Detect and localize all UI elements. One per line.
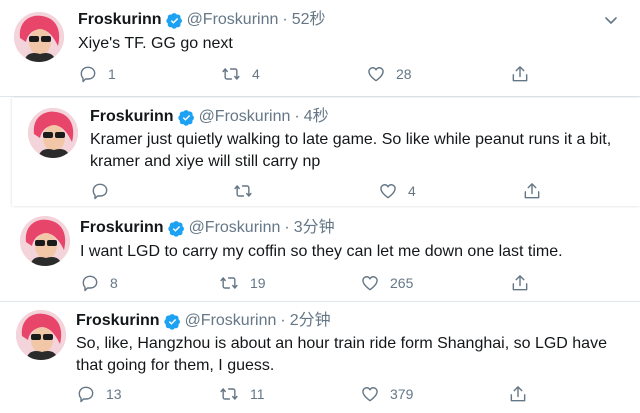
tweet-text-line: So, like, Hangzhou is about an hour trai… <box>76 335 607 352</box>
tweet-card[interactable]: Froskurinn @Froskurinn · 4秒 Kramer just … <box>12 98 640 206</box>
timestamp[interactable]: 3分钟 <box>294 218 335 238</box>
tweet-header: Froskurinn @Froskurinn · 4秒 <box>90 107 329 127</box>
retweet-button[interactable]: 4 <box>220 64 260 84</box>
reply-count: 8 <box>110 275 118 291</box>
like-count: 4 <box>408 183 416 199</box>
retweet-icon <box>220 277 238 289</box>
retweet-button[interactable]: 11 <box>218 384 265 404</box>
retweet-count: 4 <box>252 66 260 82</box>
retweet-count: 19 <box>250 275 266 291</box>
display-name[interactable]: Froskurinn <box>76 311 160 331</box>
tweet-text-line: Kramer just quietly walking to late game… <box>90 131 612 148</box>
reply-icon <box>82 275 98 292</box>
separator-dot: · <box>294 108 300 125</box>
verified-badge-icon <box>167 220 185 237</box>
timestamp[interactable]: 52秒 <box>292 10 326 30</box>
tweet-text-line: I want LGD to carry my coffin so they ca… <box>80 243 563 260</box>
tweet-card[interactable]: Froskurinn @Froskurinn · 3分钟 I want LGD … <box>0 208 640 300</box>
tweet-text-line: Xiye's TF. GG go next <box>78 35 233 52</box>
reply-icon <box>78 386 94 403</box>
tweet-actions: 4 <box>90 181 550 201</box>
chevron-down-icon[interactable] <box>603 12 619 28</box>
reply-button[interactable] <box>90 181 120 201</box>
display-name[interactable]: Froskurinn <box>80 218 164 238</box>
tweet-header: Froskurinn @Froskurinn · 3分钟 <box>80 218 335 238</box>
tweet-text-line: kramer and xiye will still carry np <box>90 153 321 170</box>
separator-dot: · <box>282 11 288 28</box>
display-name[interactable]: Froskurinn <box>90 107 174 127</box>
timestamp[interactable]: 4秒 <box>304 107 329 127</box>
tweet-actions: 13 11 379 <box>76 384 536 404</box>
retweet-icon <box>234 185 252 197</box>
divider <box>0 96 640 97</box>
reply-count: 1 <box>108 66 116 82</box>
like-button[interactable]: 4 <box>378 181 416 201</box>
avatar[interactable] <box>16 310 66 360</box>
like-button[interactable]: 28 <box>366 64 412 84</box>
heart-icon <box>362 387 378 402</box>
verified-badge-icon <box>165 12 183 29</box>
retweet-button[interactable] <box>232 181 264 201</box>
reply-button[interactable]: 1 <box>78 64 116 84</box>
heart-icon <box>362 276 378 291</box>
heart-icon <box>368 67 384 82</box>
separator-dot: · <box>280 312 286 329</box>
like-count: 379 <box>390 386 414 402</box>
retweet-button[interactable]: 19 <box>218 273 266 293</box>
share-icon <box>512 275 528 291</box>
share-button[interactable] <box>508 384 528 404</box>
reply-icon <box>92 183 108 200</box>
tweet-header: Froskurinn @Froskurinn · 2分钟 <box>76 311 331 331</box>
display-name[interactable]: Froskurinn <box>78 10 162 30</box>
verified-badge-icon <box>163 313 181 330</box>
user-handle[interactable]: @Froskurinn <box>199 107 291 127</box>
tweet-feed: Froskurinn @Froskurinn · 52秒 Xiye's TF. … <box>0 0 640 413</box>
share-icon <box>512 66 528 82</box>
reply-button[interactable]: 13 <box>76 384 122 404</box>
timestamp[interactable]: 2分钟 <box>290 311 331 331</box>
tweet-card[interactable]: Froskurinn @Froskurinn · 2分钟 So, like, H… <box>0 302 640 413</box>
tweet-actions: 8 19 265 <box>80 273 540 293</box>
heart-icon <box>380 184 396 199</box>
reply-button[interactable]: 8 <box>80 273 118 293</box>
retweet-icon <box>220 388 238 400</box>
like-button[interactable]: 379 <box>360 384 413 404</box>
share-button[interactable] <box>510 273 530 293</box>
tweet-actions: 1 4 28 <box>78 64 538 84</box>
separator-dot: · <box>284 219 290 236</box>
share-button[interactable] <box>522 181 542 201</box>
share-button[interactable] <box>510 64 530 84</box>
reply-icon <box>80 66 96 83</box>
reply-count: 13 <box>106 386 122 402</box>
avatar[interactable] <box>20 216 70 266</box>
user-handle[interactable]: @Froskurinn <box>189 218 281 238</box>
verified-badge-icon <box>177 109 195 126</box>
share-icon <box>510 386 526 402</box>
tweet-card[interactable]: Froskurinn @Froskurinn · 52秒 Xiye's TF. … <box>0 0 640 96</box>
tweet-text: I want LGD to carry my coffin so they ca… <box>80 241 563 263</box>
share-icon <box>524 183 540 199</box>
tweet-text: Xiye's TF. GG go next <box>78 33 233 55</box>
avatar[interactable] <box>28 108 78 158</box>
tweet-header: Froskurinn @Froskurinn · 52秒 <box>78 10 326 30</box>
like-button[interactable]: 265 <box>360 273 413 293</box>
user-handle[interactable]: @Froskurinn <box>185 311 277 331</box>
like-count: 265 <box>390 275 414 291</box>
avatar[interactable] <box>14 12 64 62</box>
user-handle[interactable]: @Froskurinn <box>187 10 279 30</box>
tweet-text: So, like, Hangzhou is about an hour trai… <box>76 333 607 377</box>
tweet-text: Kramer just quietly walking to late game… <box>90 129 611 173</box>
retweet-icon <box>222 68 240 80</box>
tweet-text-line: that going for them, I guess. <box>76 357 275 374</box>
retweet-count: 11 <box>250 386 265 402</box>
like-count: 28 <box>396 66 412 82</box>
